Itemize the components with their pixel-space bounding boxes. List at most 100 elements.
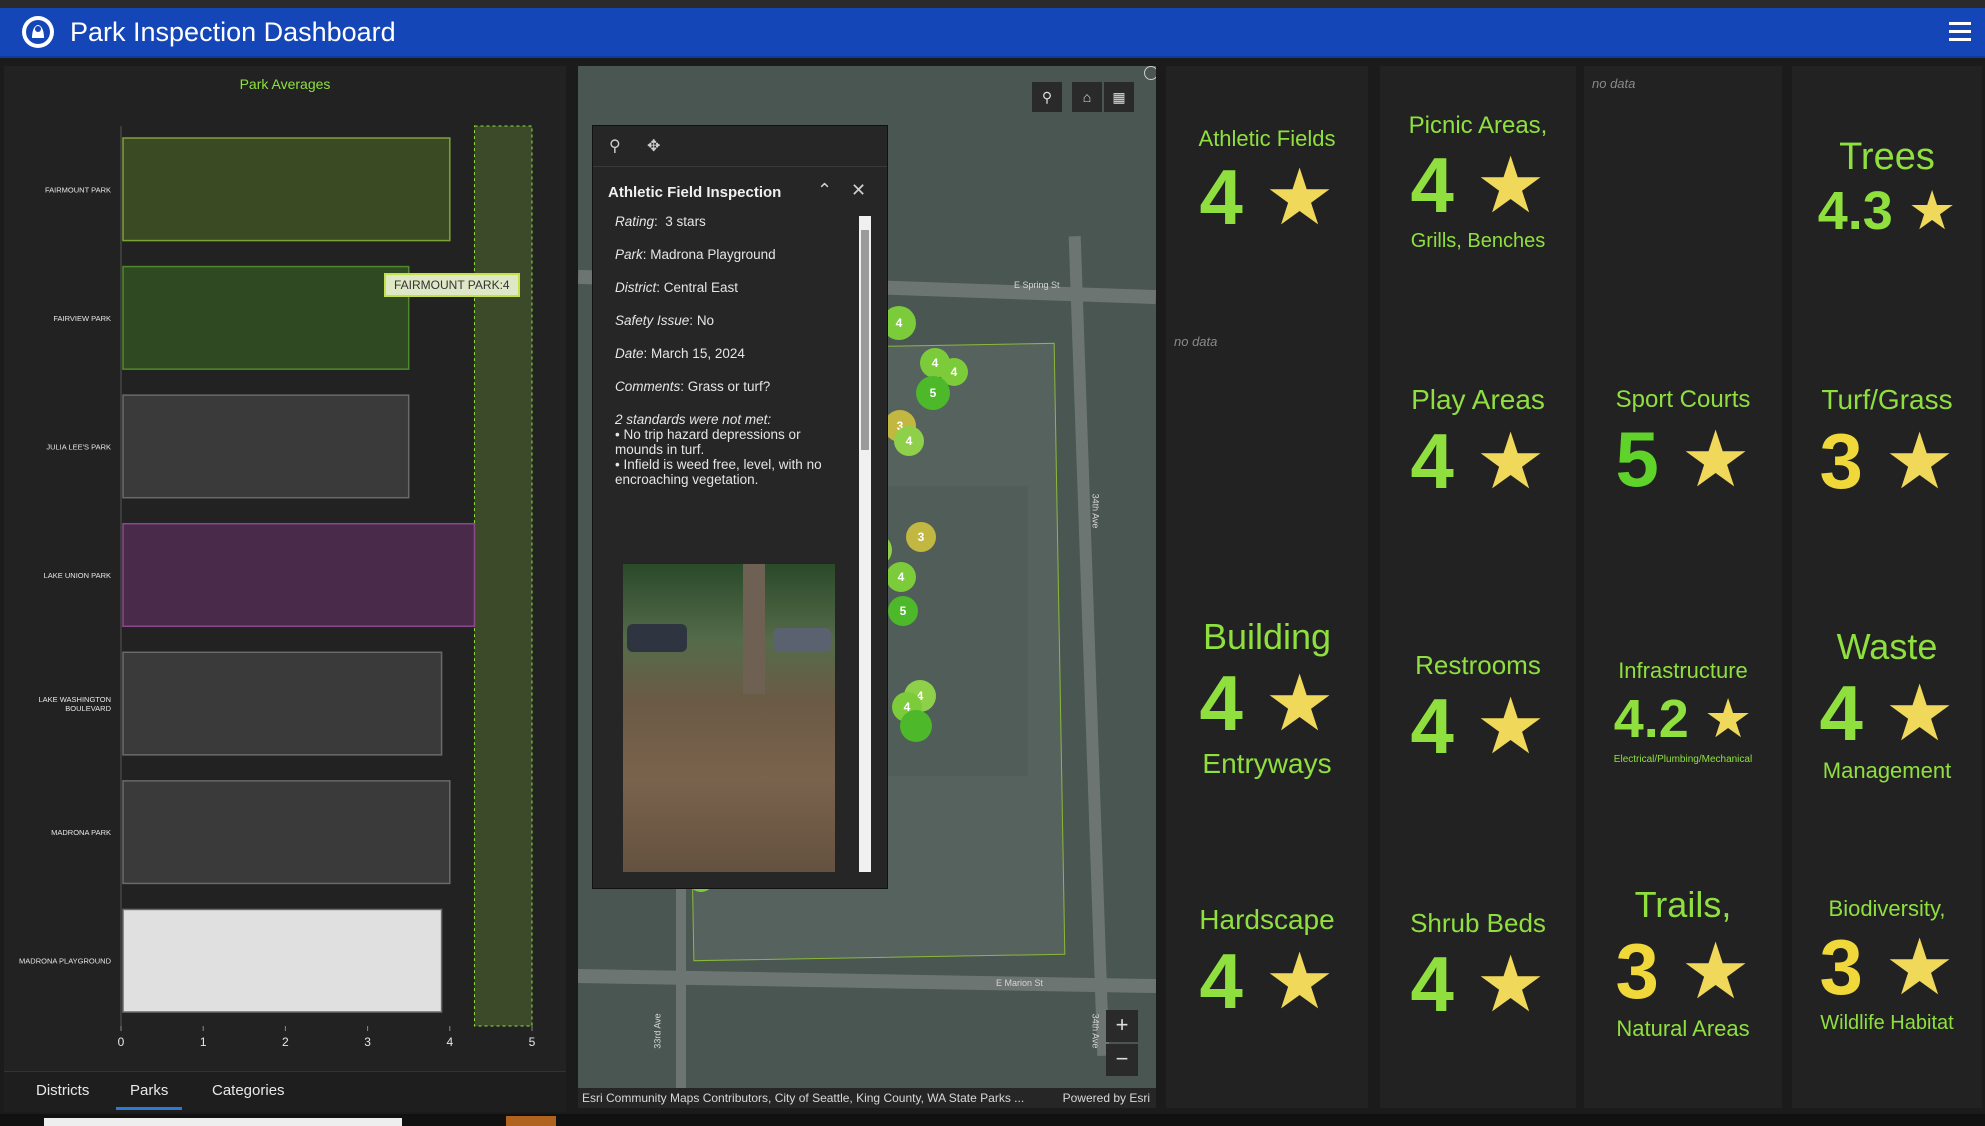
taskbar-item[interactable] [44,1118,402,1126]
powered-by-esri[interactable]: Powered by Esri [1063,1088,1150,1108]
bar-lake-washington-boulevard[interactable] [122,651,443,756]
tab-categories[interactable]: Categories [198,1082,299,1107]
indicator-restrooms: Restrooms 4 ★ [1410,650,1546,770]
indicator-column-4: Trees 4.3 ★ Turf/Grass 3 ★ Waste 4 ★ Man… [1792,66,1982,1108]
close-icon[interactable]: ✕ [851,180,866,201]
standards-title: 2 standards were not met: [615,412,772,427]
indicator-hardscape: Hardscape 4 ★ [1199,904,1335,1025]
inspection-popup: ⚲ ✥ Athletic Field Inspection ⌃ ✕ Rating… [592,125,888,889]
map-road [578,968,1156,994]
star-icon: ★ [1475,417,1546,505]
bar-lake-union-park[interactable] [122,522,476,628]
photo-tree [743,564,765,694]
category-label: MADRONA PARK [51,828,111,837]
bar-madrona-park[interactable] [122,780,451,885]
map-cluster[interactable]: 5 [888,596,918,626]
star-icon: ★ [1884,923,1955,1011]
map-attribution: Esri Community Maps Contributors, City o… [578,1088,1156,1108]
indicator-sport-courts: Sport Courts 5 ★ [1615,386,1751,503]
zoom-in-button[interactable]: + [1106,1010,1138,1042]
popup-content: Rating: 3 stars Park: Madrona Playground… [615,214,845,487]
star-icon: ★ [1884,669,1955,757]
map-cluster[interactable]: 5 [916,376,950,410]
safety-value: No [696,313,715,328]
no-data-label: no data [1592,76,1636,91]
bar-fairmount-park[interactable] [122,137,451,242]
map-cluster[interactable]: 4 [886,562,916,592]
bar-chart-svg: FAIRMOUNT PARK FAIRVIEW PARK JULIA LEE'S P… [19,125,536,1049]
zoom-to-icon[interactable]: ⚲ [609,136,621,156]
standards-block: 2 standards were not met: • No trip haza… [615,412,845,487]
star-icon: ★ [1680,927,1751,1015]
street-label: E Spring St [1014,280,1060,290]
rating-row: Rating: 3 stars [615,214,706,229]
category-label: LAKE WASHINGTON [38,695,111,704]
street-label: E Marion St [996,978,1044,988]
indicator-shrub-beds: Shrub Beds 4 ★ [1410,908,1546,1028]
category-label: JULIA LEE'S PARK [46,442,111,451]
star-icon: ★ [1703,689,1753,749]
pan-move-icon[interactable]: ✥ [647,136,660,156]
collapse-icon[interactable]: ⌃ [817,180,832,201]
street-label: 33rd Ave [652,1013,663,1049]
star-icon: ★ [1264,659,1335,747]
x-tick-label: 4 [446,1035,453,1049]
hamburger-menu-icon[interactable] [1949,22,1971,42]
district-row: District: Central East [615,280,739,295]
star-icon: ★ [1907,181,1957,241]
star-icon: ★ [1475,141,1546,229]
tab-parks[interactable]: Parks [116,1082,183,1110]
x-tick-label: 2 [282,1035,289,1049]
standard-item: • Infield is weed free, level, with no e… [615,457,822,487]
standard-item: • No trip hazard depressions or mounds i… [615,427,801,457]
star-icon: ★ [1475,682,1546,770]
qr-grid-icon[interactable]: ▦ [1104,82,1134,112]
indicator-play-areas: Play Areas 4 ★ [1410,384,1546,505]
category-label: BOULEVARD [65,704,111,713]
app-title: Park Inspection Dashboard [70,17,396,47]
taskbar-item[interactable] [506,1116,556,1126]
indicator-trees: Trees 4.3 ★ [1817,136,1957,241]
fullscreen-icon[interactable] [1144,66,1156,80]
city-seal-icon [22,16,54,48]
bar-madrona-playground[interactable] [122,908,443,1013]
search-icon[interactable]: ⚲ [1032,82,1062,112]
chart-tab-bar: Districts Parks Categories [4,1071,566,1112]
scrollbar-thumb[interactable] [861,230,869,450]
reference-band [473,125,533,1027]
map-road [1068,236,1110,1056]
street-label: 34th Ave [1090,1013,1101,1049]
map-cluster[interactable] [900,710,932,742]
indicator-column-2: Picnic Areas, 4 ★ Grills, Benches Play A… [1380,66,1576,1108]
date-value: March 15, 2024 [651,346,745,361]
bar-fairview-park[interactable] [122,265,410,370]
park-averages-chart: Park Averages FAIRMOUNT PARK FAIRVIEW PAR… [4,66,566,1071]
indicator-column-3: no data Sport Courts 5 ★ Infrastructure … [1584,66,1782,1108]
comments-row: Comments: Grass or turf? [615,379,771,394]
tab-districts[interactable]: Districts [22,1082,103,1107]
star-icon: ★ [1475,940,1546,1028]
indicator-picnic: Picnic Areas, 4 ★ Grills, Benches [1408,112,1548,252]
indicator-infrastructure: Infrastructure 4.2 ★ Electrical/Plumbing… [1613,658,1753,765]
map-cluster[interactable]: 3 [906,522,936,552]
attribution-text: Esri Community Maps Contributors, City o… [582,1091,1025,1105]
category-label: MADRONA PLAYGROUND [19,957,112,966]
photo-car [627,624,687,652]
park-value: Madrona Playground [650,247,776,262]
star-icon: ★ [1884,417,1955,505]
zoom-out-button[interactable]: − [1106,1044,1138,1076]
indicator-waste: Waste 4 ★ Management [1819,626,1955,783]
indicator-turf: Turf/Grass 3 ★ [1819,384,1955,505]
inspection-photo[interactable] [623,564,835,872]
indicator-athletic-fields: Athletic Fields 4 ★ [1198,126,1336,241]
map-cluster[interactable]: 4 [894,426,924,456]
bar-julia-lee-s-park[interactable] [122,394,410,499]
top-strip [0,0,1985,8]
x-tick-label: 3 [364,1035,371,1049]
popup-title: Athletic Field Inspection [608,184,782,201]
home-icon[interactable]: ⌂ [1072,82,1102,112]
popup-scrollbar[interactable] [859,216,871,872]
star-icon: ★ [1680,415,1751,503]
app-header: Park Inspection Dashboard [0,8,1985,58]
district-value: Central East [663,280,739,295]
